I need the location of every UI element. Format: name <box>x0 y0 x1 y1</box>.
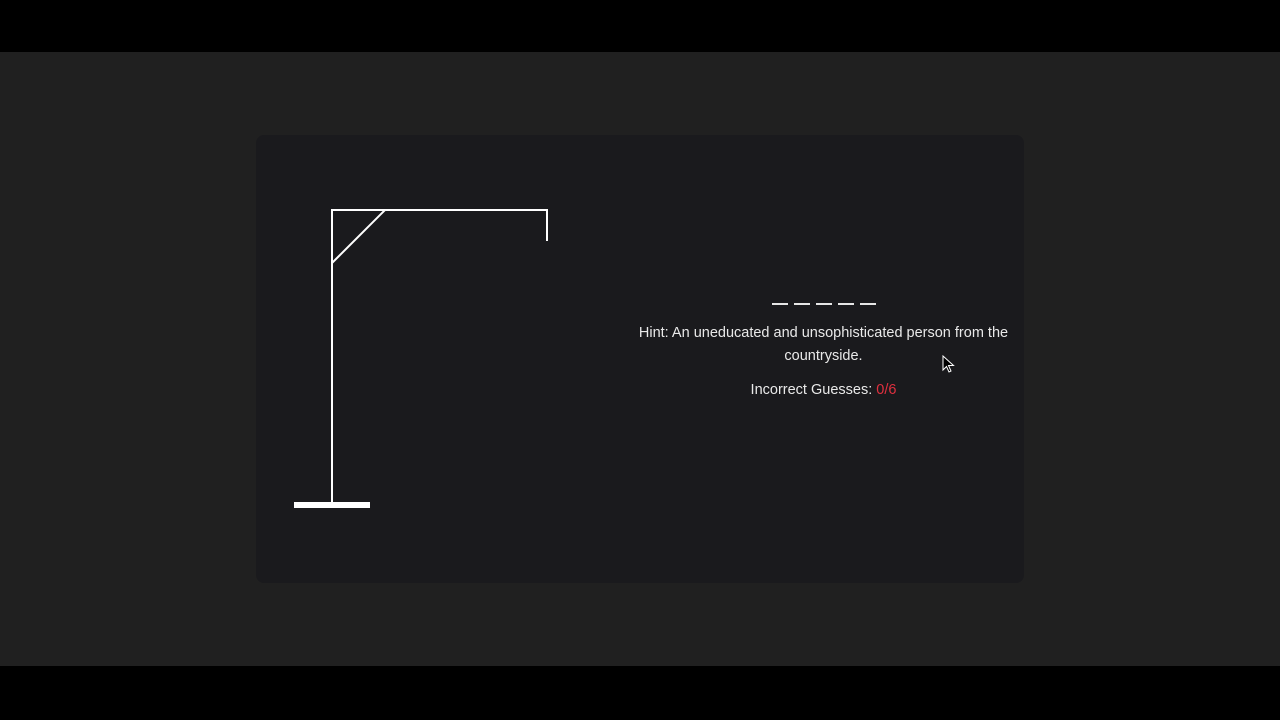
letter-slot <box>771 303 788 305</box>
word-display <box>636 285 1011 305</box>
mouse-pointer-icon <box>942 355 955 373</box>
letter-slot <box>859 303 876 305</box>
game-info-panel: Hint: An uneducated and unsophisticated … <box>636 285 1011 398</box>
letter-slot <box>837 303 854 305</box>
letter-slot <box>815 303 832 305</box>
incorrect-guesses: Incorrect Guesses: 0/6 <box>636 382 1011 398</box>
gallows-drawing <box>294 209 548 508</box>
incorrect-guesses-label: Incorrect Guesses: <box>750 382 877 398</box>
letter-slot <box>793 303 810 305</box>
incorrect-guesses-count: 0/6 <box>876 382 897 398</box>
game-viewport: Hint: An uneducated and unsophisticated … <box>0 52 1280 666</box>
game-card: Hint: An uneducated and unsophisticated … <box>256 135 1024 583</box>
gallows-brace <box>331 209 386 264</box>
